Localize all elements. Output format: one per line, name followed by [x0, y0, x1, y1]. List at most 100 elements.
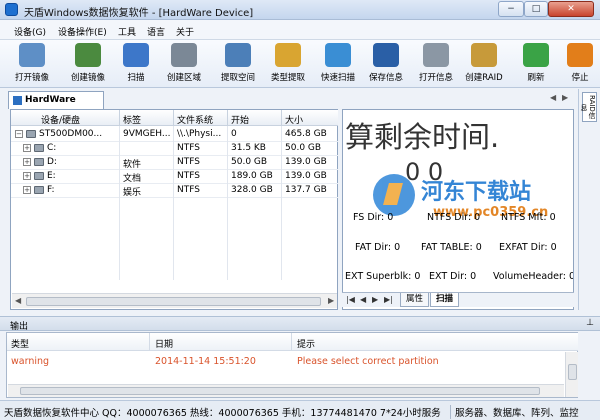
- partition-icon: [34, 172, 44, 180]
- first-page-icon[interactable]: |◀: [346, 295, 355, 304]
- app-icon: [5, 3, 18, 16]
- expand-toggle-icon[interactable]: +: [23, 186, 31, 194]
- col-start[interactable]: 开始: [231, 113, 249, 126]
- device-list-panel: 设备/硬盘 标签 文件系统 开始 大小 − ST500DM00... 9VMGEH.…: [10, 109, 338, 310]
- expand-toggle-icon[interactable]: +: [23, 172, 31, 180]
- tab-scroll-right-icon[interactable]: ▶: [562, 93, 572, 104]
- stat-ext-dir: EXT Dir: 0: [429, 271, 477, 282]
- maximize-button[interactable]: □: [524, 1, 548, 17]
- tab-properties[interactable]: 属性: [400, 293, 430, 307]
- cell-size: 139.0 GB: [285, 157, 327, 167]
- vscroll-thumb[interactable]: [568, 364, 577, 380]
- notepad-icon: [275, 43, 301, 67]
- table-row[interactable]: + D: 软件 NTFS 50.0 GB 139.0 GB: [11, 155, 338, 170]
- close-button[interactable]: ✕: [548, 1, 594, 17]
- output-hscrollbar[interactable]: [8, 384, 564, 397]
- scroll-left-icon[interactable]: ◀: [15, 296, 21, 305]
- col-date[interactable]: 日期: [155, 337, 173, 350]
- toolbar-label: 创建RAID: [465, 73, 503, 83]
- col-label[interactable]: 标签: [123, 113, 141, 126]
- menu-language[interactable]: 语言: [147, 25, 165, 38]
- toolbar-button-notepad[interactable]: 类型提取: [262, 43, 314, 87]
- toolbar-button-quick-scan[interactable]: 快速扫描: [312, 43, 364, 87]
- toolbar-label: 打开镜像: [14, 73, 49, 83]
- hscroll-thumb[interactable]: [26, 297, 321, 306]
- col-message[interactable]: 提示: [297, 337, 315, 350]
- table-row[interactable]: + F: 娱乐 NTFS 328.0 GB 137.7 GB: [11, 183, 338, 198]
- scan-panel-tabs: |◀ ◀ ▶ ▶| 属性 扫描: [342, 292, 574, 307]
- stat-ntfs-dir: NTFS Dir: 0: [427, 212, 481, 223]
- cell-start: 189.0 GB: [231, 171, 273, 181]
- menu-about[interactable]: 关于: [176, 25, 194, 38]
- cell-device: ST500DM00...: [39, 129, 103, 139]
- device-list-hscrollbar[interactable]: ◀ ▶: [12, 293, 337, 308]
- tab-hardware-device[interactable]: HardWare Device: [8, 91, 104, 121]
- tab-scan[interactable]: 扫描: [430, 293, 460, 307]
- output-title: 输出: [10, 322, 29, 332]
- next-page-icon[interactable]: ▶: [372, 295, 378, 304]
- table-row[interactable]: + C: NTFS 31.5 KB 50.0 GB: [11, 141, 338, 155]
- tab-scroll-left-icon[interactable]: ◀: [550, 93, 560, 104]
- monitor-icon: [75, 43, 101, 67]
- raid-icon: [471, 43, 497, 67]
- stat-ntfs-mft: NTFS Mft: 0: [501, 212, 556, 223]
- watermark-logo-icon: [373, 174, 415, 216]
- toolbar-button-scan[interactable]: 扫描: [110, 43, 162, 87]
- toolbar-button-raid[interactable]: 创建RAID: [458, 43, 510, 87]
- tab-raid-info[interactable]: RAID信息: [580, 92, 597, 122]
- cell-start: 50.0 GB: [231, 157, 268, 167]
- toolbar-button-disk-image[interactable]: 打开镜像: [6, 43, 58, 87]
- remaining-time-text: 算剩余时间.: [345, 120, 500, 154]
- menu-device[interactable]: 设备(G): [14, 25, 46, 38]
- cell-size: 50.0 GB: [285, 143, 322, 153]
- status-contact-text: 天盾数据恢复软件中心 QQ：4000076365 热线：4000076365 手…: [4, 408, 441, 419]
- table-row[interactable]: + E: 文档 NTFS 189.0 GB 139.0 GB: [11, 169, 338, 184]
- expand-toggle-icon[interactable]: +: [23, 158, 31, 166]
- col-device[interactable]: 设备/硬盘: [41, 113, 80, 126]
- save-icon: [373, 43, 399, 67]
- refresh-icon: [523, 43, 549, 67]
- scroll-right-icon[interactable]: ▶: [328, 296, 334, 305]
- toolbar-button-stop[interactable]: 停止: [562, 43, 598, 87]
- toolbar: 打开镜像 创建镜像 扫描 创建区域 提取空间 类型提取 快速扫描 保存信息 打开信息 创建RAID…: [0, 40, 600, 88]
- stat-ext-superblk: EXT Superblk: 0: [345, 271, 421, 282]
- row-divider: [11, 197, 338, 198]
- col-size[interactable]: 大小: [285, 113, 303, 126]
- stat-fat-dir: FAT Dir: 0: [355, 242, 401, 253]
- device-tab-icon: [13, 96, 22, 105]
- expand-toggle-icon[interactable]: +: [23, 144, 31, 152]
- menu-device-ops[interactable]: 设备操作(E): [58, 25, 107, 38]
- minimize-button[interactable]: −: [498, 1, 524, 17]
- toolbar-button-monitor[interactable]: 创建镜像: [62, 43, 114, 87]
- menu-tools[interactable]: 工具: [118, 25, 136, 38]
- menu-bar: 设备(G) 设备操作(E) 工具 语言 关于: [0, 20, 600, 40]
- partition-icon: [34, 158, 44, 166]
- cell-start: 31.5 KB: [231, 143, 266, 153]
- app-window: 天盾Windows数据恢复软件 - [HardWare Device] − □ …: [0, 0, 600, 420]
- cell-device: C:: [47, 143, 57, 153]
- toolbar-button-region[interactable]: 创建区域: [158, 43, 210, 87]
- scan-progress-panel: 算剩余时间. 0 0 河东下载站 www.pc0359.cn FS Dir: 0…: [342, 109, 574, 310]
- region-icon: [171, 43, 197, 67]
- col-filesystem[interactable]: 文件系统: [177, 113, 213, 126]
- expand-toggle-icon[interactable]: −: [15, 130, 23, 138]
- toolbar-button-refresh[interactable]: 刷新: [510, 43, 562, 87]
- toolbar-button-extract-space[interactable]: 提取空间: [212, 43, 264, 87]
- pin-icon[interactable]: ⊥: [586, 318, 594, 328]
- prev-page-icon[interactable]: ◀: [360, 295, 366, 304]
- stat-fat-table: FAT TABLE: 0: [421, 242, 482, 253]
- output-hscroll-thumb[interactable]: [20, 387, 540, 395]
- last-page-icon[interactable]: ▶|: [384, 295, 393, 304]
- col-type[interactable]: 类型: [11, 337, 29, 350]
- partition-icon: [34, 144, 44, 152]
- scan-icon: [123, 43, 149, 67]
- table-row[interactable]: − ST500DM00... 9VMGEH... \\.\Physi... 0 465.8…: [11, 127, 338, 141]
- stat-fs-dir: FS Dir: 0: [353, 212, 394, 223]
- toolbar-label: 提取空间: [220, 73, 255, 83]
- toolbar-button-save[interactable]: 保存信息: [360, 43, 412, 87]
- toolbar-button-open-info[interactable]: 打开信息: [410, 43, 462, 87]
- disk-image-icon: [19, 43, 45, 67]
- output-vscrollbar[interactable]: [565, 352, 578, 397]
- status-bar: 天盾数据恢复软件中心 QQ：4000076365 热线：4000076365 手…: [0, 400, 600, 420]
- toolbar-label: 快速扫描: [320, 73, 355, 83]
